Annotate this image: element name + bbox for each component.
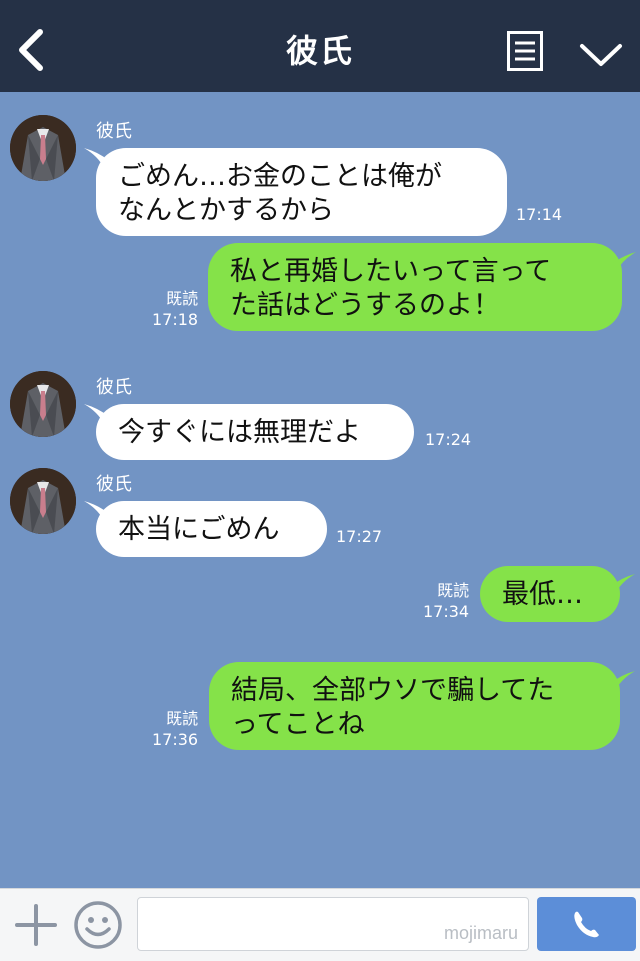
message-line: ってことね — [231, 709, 365, 740]
chat-area[interactable]: 彼氏 ごめん…お金のことは俺が なんとかするから 17:14 既読 17:18 … — [0, 92, 640, 888]
message-bubble[interactable]: 結局、全部ウソで騙してた ってことね — [209, 662, 620, 750]
chat-title: 彼氏 — [285, 32, 354, 70]
read-label: 既読 — [437, 581, 470, 600]
read-label: 既読 — [166, 709, 199, 728]
message-bubble[interactable]: 私と再婚したいって言って た話はどうするのよ！ — [208, 243, 622, 331]
message-time: 17:24 — [425, 430, 472, 449]
message-time: 17:36 — [152, 730, 199, 749]
bubble-tail — [611, 671, 635, 691]
message-time: 17:34 — [423, 602, 470, 621]
message-input[interactable]: mojimaru — [137, 897, 529, 951]
message-bubble[interactable]: ごめん…お金のことは俺が なんとかするから — [96, 148, 507, 236]
message-line: た話はどうするのよ！ — [230, 290, 500, 321]
message-line: 私と再婚したいって言って — [230, 256, 552, 287]
avatar[interactable] — [10, 371, 76, 437]
plus-icon[interactable] — [14, 903, 58, 947]
bubble-tail — [612, 252, 636, 272]
suit-avatar-icon — [10, 371, 76, 437]
message-bubble[interactable]: 最低… — [480, 566, 620, 622]
chat-header: 彼氏 — [0, 0, 640, 92]
watermark-text: mojimaru — [443, 923, 518, 943]
sender-name: 彼氏 — [96, 377, 132, 398]
message-time: 17:14 — [516, 205, 563, 224]
message-bubble[interactable]: 本当にごめん — [96, 501, 327, 557]
emoji-icon[interactable] — [73, 900, 123, 950]
read-status: 既読 17:18 — [152, 288, 198, 330]
message-bubble[interactable]: 今すぐには無理だよ — [96, 404, 414, 460]
message-line: 最低… — [502, 579, 583, 610]
message-time: 17:18 — [152, 310, 199, 329]
avatar[interactable] — [10, 115, 76, 181]
bubble-tail — [611, 574, 635, 594]
message-line: 今すぐには無理だよ — [118, 417, 361, 448]
avatar[interactable] — [10, 468, 76, 534]
sender-name: 彼氏 — [96, 121, 132, 142]
menu-icon[interactable] — [507, 31, 543, 71]
call-button[interactable] — [537, 897, 636, 951]
message-time: 17:27 — [336, 527, 383, 546]
message-line: なんとかするから — [118, 195, 334, 226]
message-line: 結局、全部ウソで騙してた — [231, 675, 555, 706]
message-line: 本当にごめん — [118, 514, 280, 545]
suit-avatar-icon — [10, 115, 76, 181]
suit-avatar-icon — [10, 468, 76, 534]
read-status: 既読 17:34 — [423, 580, 469, 622]
read-status: 既読 17:36 — [152, 708, 198, 750]
message-line: ごめん…お金のことは俺が — [118, 161, 442, 192]
read-label: 既読 — [166, 289, 199, 308]
sender-name: 彼氏 — [96, 474, 132, 495]
phone-icon — [574, 911, 599, 938]
chevron-down-icon[interactable] — [579, 38, 623, 70]
